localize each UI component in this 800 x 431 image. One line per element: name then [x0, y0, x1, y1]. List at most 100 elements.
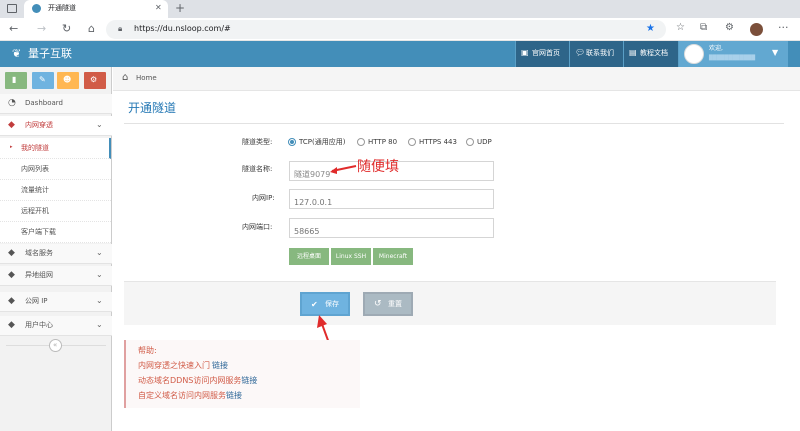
chat-icon: 💬︎ [575, 48, 586, 57]
annotation-text: 随便填 [357, 159, 399, 175]
caret-down-icon: ▼ [772, 48, 779, 57]
preset-ssh-button[interactable]: Linux SSH [331, 248, 371, 265]
help-link[interactable]: 链接 [241, 376, 257, 385]
help-line: 动态域名DDNS访问内网服务链接 [138, 377, 257, 385]
intranet-ip-field[interactable] [289, 189, 494, 212]
annotation-arrow-name [330, 165, 357, 174]
browser-toolbar: ← → ↻ ⌂ 🔒︎ https://du.nsloop.com/# ★ ☆ ⧉… [0, 18, 800, 41]
sidebar-subitem-label: 远程开机 [21, 207, 49, 215]
breadcrumb-home[interactable]: Home [136, 75, 157, 82]
forward-icon[interactable]: → [37, 23, 46, 34]
save-label: 保存 [325, 300, 339, 308]
help-line-text: 动态域名DDNS访问内网服务 [138, 376, 242, 385]
tunnel-type-label: 隧道类型: [242, 138, 273, 146]
page-title: 开通隧道 [128, 101, 177, 115]
intranet-port-input[interactable] [290, 222, 493, 241]
nav-official-site[interactable]: ▣ 官网首页 [515, 41, 569, 67]
sidebar-item-network[interactable]: ◆ 异地组网 ⌄ [0, 266, 112, 286]
shortcut-settings-button[interactable]: ⚙ [84, 72, 106, 89]
favorites-icon[interactable]: ☆ [676, 23, 685, 33]
refresh-icon[interactable]: ↻ [62, 23, 71, 34]
app-header: ❦ 量子互联 ▣ 官网首页 💬︎ 联系我们 ▤ 教程文档 欢迎, ███████… [0, 41, 800, 67]
shortcut-stats-button[interactable]: ▮ [5, 72, 27, 89]
username-text: ████████████ [709, 55, 756, 61]
nav-label: 联系我们 [586, 49, 614, 57]
radio-tcp-label: TCP(通用应用) [299, 138, 346, 146]
intranet-port-field[interactable] [289, 218, 494, 241]
radio-https[interactable] [408, 138, 416, 146]
dashboard-icon: ◔ [8, 98, 16, 108]
reset-button[interactable]: ↺ 重置 [363, 292, 413, 316]
title-divider [124, 123, 784, 124]
help-line-text: 自定义域名访问内网服务 [138, 391, 226, 400]
radio-udp[interactable] [466, 138, 474, 146]
sidebar-subitem-my-tunnels[interactable]: ▸ 我的隧道 [0, 138, 111, 159]
chevron-down-icon: ⌄ [96, 320, 103, 329]
help-title: 帮助: [138, 346, 157, 355]
home-icon[interactable]: ⌂ [122, 73, 128, 83]
radio-http-label: HTTP 80 [368, 138, 398, 146]
window-menu-icon[interactable] [7, 4, 17, 13]
tag-icon: ◆ [8, 248, 15, 258]
pencil-icon: ✎ [39, 75, 46, 84]
favorite-star-icon[interactable]: ★ [646, 24, 655, 34]
form-actions: ✔ 保存 ↺ 重置 [124, 281, 776, 325]
chevron-down-icon: ⌄ [96, 248, 103, 257]
back-icon[interactable]: ← [9, 23, 18, 34]
nav-label: 官网首页 [532, 49, 560, 57]
home-icon[interactable]: ⌂ [88, 23, 95, 34]
chart-icon: ▮ [12, 75, 17, 84]
nav-contact-us[interactable]: 💬︎ 联系我们 [569, 41, 623, 67]
sidebar-item-label: 异地组网 [25, 271, 53, 279]
nav-label: 教程文档 [640, 49, 668, 57]
intranet-ip-input[interactable] [290, 193, 493, 212]
sidebar-item-dashboard[interactable]: ◔ Dashboard [0, 94, 112, 114]
lock-icon: 🔒︎ [118, 24, 123, 33]
chevron-down-icon: ⌄ [96, 296, 103, 305]
sidebar-subitem-download[interactable]: 客户端下载 [0, 222, 111, 243]
sidebar-subitem-traffic[interactable]: 流量统计 [0, 180, 111, 201]
brand-name[interactable]: 量子互联 [28, 48, 72, 59]
browser-menu-icon[interactable]: ··· [778, 22, 789, 33]
tab-favicon-icon [32, 4, 41, 13]
desktop-icon: ▣ [521, 48, 529, 57]
url-text: https://du.nsloop.com/# [134, 24, 231, 33]
sidebar-collapse-button[interactable]: « [49, 339, 62, 352]
sidebar-item-public-ip[interactable]: ◆ 公网 IP ⌄ [0, 292, 112, 312]
help-link[interactable]: 链接 [212, 361, 228, 370]
preset-rdp-button[interactable]: 远程桌面 [289, 248, 329, 265]
sidebar-item-tunnel[interactable]: ◆ 内网穿透 ⌄ [0, 116, 112, 136]
address-bar[interactable]: 🔒︎ https://du.nsloop.com/# ★ [106, 20, 666, 39]
sidebar-subitem-wol[interactable]: 远程开机 [0, 201, 111, 222]
sidebar-subitem-label: 客户端下载 [21, 228, 56, 236]
group-icon: ☻ [63, 75, 72, 84]
sidebar-item-label: 内网穿透 [25, 121, 53, 129]
close-tab-icon[interactable]: ✕ [155, 4, 162, 12]
radio-tcp[interactable] [288, 138, 296, 146]
intranet-ip-label: 内网IP: [252, 194, 275, 202]
sidebar-item-label: 公网 IP [25, 297, 48, 305]
check-icon: ✔ [311, 300, 318, 309]
sidebar-subitem-label: 流量统计 [21, 186, 49, 194]
sidebar-item-label: Dashboard [25, 99, 63, 107]
browser-tab[interactable]: 开通隧道 ✕ [24, 0, 168, 18]
sidebar-item-domain[interactable]: ◆ 域名服务 ⌄ [0, 244, 112, 264]
sidebar-subitem-intranet-list[interactable]: 内网列表 [0, 159, 111, 180]
collections-icon[interactable]: ⧉ [700, 23, 707, 33]
chevron-down-icon: ⌄ [96, 120, 103, 129]
active-marker-icon: ▸ [10, 144, 13, 150]
shortcut-edit-button[interactable]: ✎ [32, 72, 54, 89]
sidebar-item-label: 域名服务 [25, 249, 53, 257]
profile-avatar-icon[interactable] [750, 23, 763, 36]
help-link[interactable]: 链接 [226, 391, 242, 400]
preset-minecraft-button[interactable]: Minecraft [373, 248, 413, 265]
extensions-icon[interactable]: ⚙ [725, 23, 734, 33]
nav-docs[interactable]: ▤ 教程文档 [623, 41, 678, 67]
shortcut-users-button[interactable]: ☻ [57, 72, 79, 89]
user-menu[interactable]: 欢迎, ████████████ ▼ [678, 41, 788, 67]
tag-icon: ◆ [8, 270, 15, 280]
sidebar-item-user-center[interactable]: ◆ 用户中心 ⌄ [0, 316, 112, 336]
new-tab-icon[interactable]: + [175, 2, 185, 14]
radio-http[interactable] [357, 138, 365, 146]
intranet-port-label: 内网端口: [242, 223, 273, 231]
